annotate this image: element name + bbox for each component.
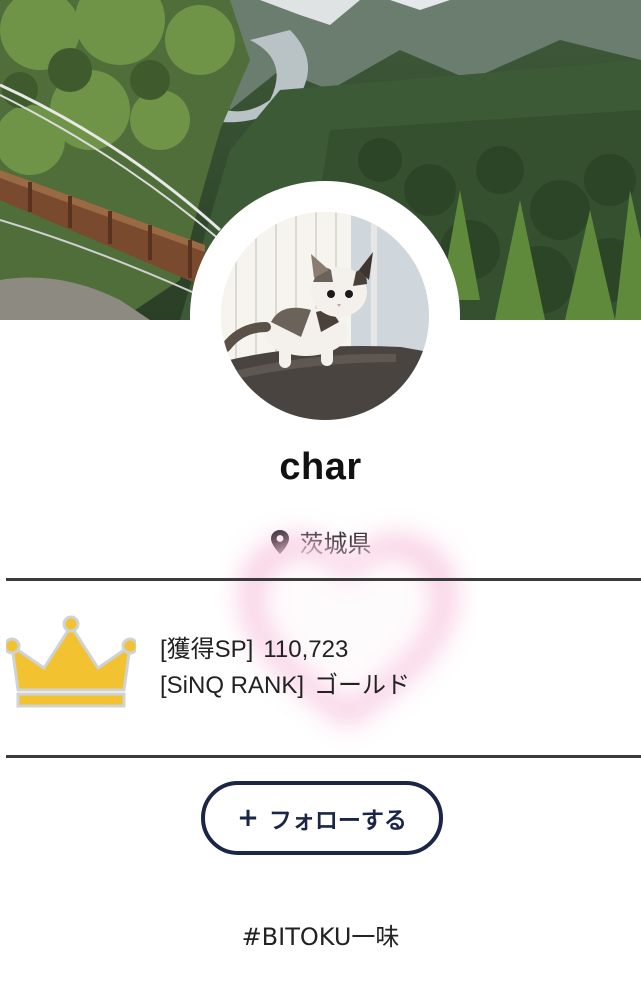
- map-pin-icon: [270, 529, 289, 554]
- rank-line: [SiNQ RANK] ゴールド: [160, 668, 410, 704]
- points-label: [獲得SP]: [160, 636, 254, 663]
- crown-icon: [6, 615, 136, 708]
- points-value: 110,723: [263, 636, 349, 663]
- profile-page: char 茨城県 [獲得SP] 110,723 [SiNQ RANK] ゴールド…: [0, 0, 641, 1000]
- location: 茨城県: [0, 524, 641, 559]
- plus-icon: +: [237, 803, 259, 833]
- avatar[interactable]: [221, 212, 429, 420]
- follow-label: フォローする: [268, 808, 407, 834]
- hashtag[interactable]: #BITOKU一味: [0, 917, 641, 952]
- points-line: [獲得SP] 110,723: [160, 632, 410, 668]
- rank-label: [SiNQ RANK]: [160, 672, 305, 699]
- rank-divider-bottom: [6, 755, 641, 758]
- user-name: char: [279, 446, 362, 488]
- rank-divider-top: [6, 578, 641, 581]
- rank-info: [獲得SP] 110,723 [SiNQ RANK] ゴールド: [160, 632, 410, 704]
- location-text: 茨城県: [299, 530, 372, 558]
- follow-button[interactable]: + フォローする: [201, 781, 443, 855]
- rank-value: ゴールド: [314, 672, 411, 699]
